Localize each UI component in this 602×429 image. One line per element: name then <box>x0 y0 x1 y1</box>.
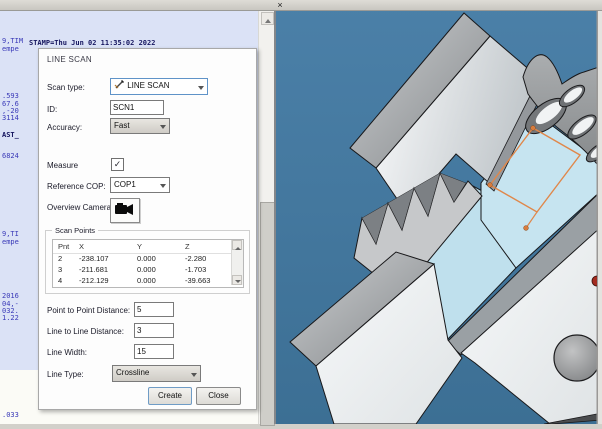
code-fragment: 9,TIM <box>2 37 23 45</box>
point-to-point-input[interactable] <box>134 302 174 317</box>
line-scan-icon <box>114 79 125 90</box>
line-type-label: Line Type: <box>47 370 84 379</box>
reference-cop-value: COP1 <box>114 180 136 189</box>
chevron-down-icon <box>198 86 204 93</box>
chevron-down-icon <box>160 184 166 191</box>
accuracy-label: Accuracy: <box>47 123 82 132</box>
reference-cop-combo[interactable]: COP1 <box>110 177 170 193</box>
scrollbar-thumb[interactable] <box>260 202 275 426</box>
id-input[interactable] <box>110 100 164 115</box>
scan-type-combo[interactable]: LINE SCAN <box>110 78 208 95</box>
app-window: { "window": { "icons": { "close": "×", "… <box>0 0 602 424</box>
chevron-down-icon <box>160 125 166 132</box>
scan-type-label: Scan type: <box>47 83 85 92</box>
code-fragment: empe <box>2 238 19 246</box>
measure-label: Measure <box>47 161 78 170</box>
table-scrollbar[interactable] <box>231 240 243 285</box>
window-top-strip: × <box>0 0 602 11</box>
point-to-point-label: Point to Point Distance: <box>47 306 130 315</box>
scroll-up-arrow-icon[interactable] <box>232 240 242 250</box>
id-label: ID: <box>47 105 57 114</box>
table-header: Pnt X Y Z <box>53 240 231 254</box>
window-right-strip <box>597 0 602 424</box>
table-row[interactable]: 3 -211.681 0.000 -1.703 <box>53 264 231 275</box>
scan-points-legend: Scan Points <box>52 226 98 235</box>
scan-points-table[interactable]: Pnt X Y Z 2 -238.107 0.000 -2.280 3 -211… <box>52 239 244 288</box>
code-fragment: 6824 <box>2 152 19 160</box>
cad-part-rendering <box>276 0 602 424</box>
camera-icon <box>111 199 137 220</box>
code-fragment: empe <box>2 45 19 53</box>
editor-scrollbar[interactable] <box>258 10 275 424</box>
line-type-value: Crossline <box>116 368 149 377</box>
scroll-up-arrow-icon[interactable] <box>261 12 274 25</box>
line-to-line-label: Line to Line Distance: <box>47 327 124 336</box>
code-fragment: 9,TI <box>2 230 19 238</box>
measure-checkbox[interactable]: ✓ <box>111 158 124 171</box>
close-button[interactable]: Close <box>196 387 241 405</box>
code-fragment: .033 <box>2 411 19 419</box>
chevron-down-icon <box>191 373 197 380</box>
scan-points-group: Scan Points Pnt X Y Z 2 -238.107 0.000 -… <box>45 230 250 294</box>
accuracy-value: Fast <box>114 121 130 130</box>
dialog-title: LINE SCAN <box>47 55 92 64</box>
cad-viewport[interactable] <box>276 0 602 424</box>
code-fragment: AST_ <box>2 131 19 139</box>
table-row[interactable]: 2 -238.107 0.000 -2.280 <box>53 253 231 264</box>
code-fragment: .593 <box>2 92 19 100</box>
overview-camera-button[interactable] <box>110 198 140 223</box>
scroll-down-arrow-icon[interactable] <box>232 275 242 285</box>
overview-camera-label: Overview Camera: <box>47 203 113 212</box>
check-icon: ✓ <box>114 159 122 169</box>
create-button[interactable]: Create <box>148 387 192 405</box>
accuracy-combo[interactable]: Fast <box>110 118 170 134</box>
code-fragment: 2016 <box>2 292 19 300</box>
line-width-input[interactable] <box>134 344 174 359</box>
drilled-hole <box>554 335 600 381</box>
close-icon[interactable]: × <box>274 0 286 10</box>
code-fragment: 1.22 <box>2 314 19 322</box>
line-to-line-input[interactable] <box>134 323 174 338</box>
table-row[interactable]: 4 -212.129 0.000 -39.663 <box>53 275 231 286</box>
scan-type-value: LINE SCAN <box>127 81 169 90</box>
code-fragment-timestamp: STAMP=Thu Jun 02 11:35:02 2022 <box>29 39 155 47</box>
line-scan-dialog: LINE SCAN Scan type: LINE SCAN ID: Accur… <box>38 48 257 410</box>
line-type-combo[interactable]: Crossline <box>112 365 201 382</box>
reference-cop-label: Reference COP: <box>47 182 106 191</box>
line-width-label: Line Width: <box>47 348 87 357</box>
code-fragment: 3114 <box>2 114 19 122</box>
